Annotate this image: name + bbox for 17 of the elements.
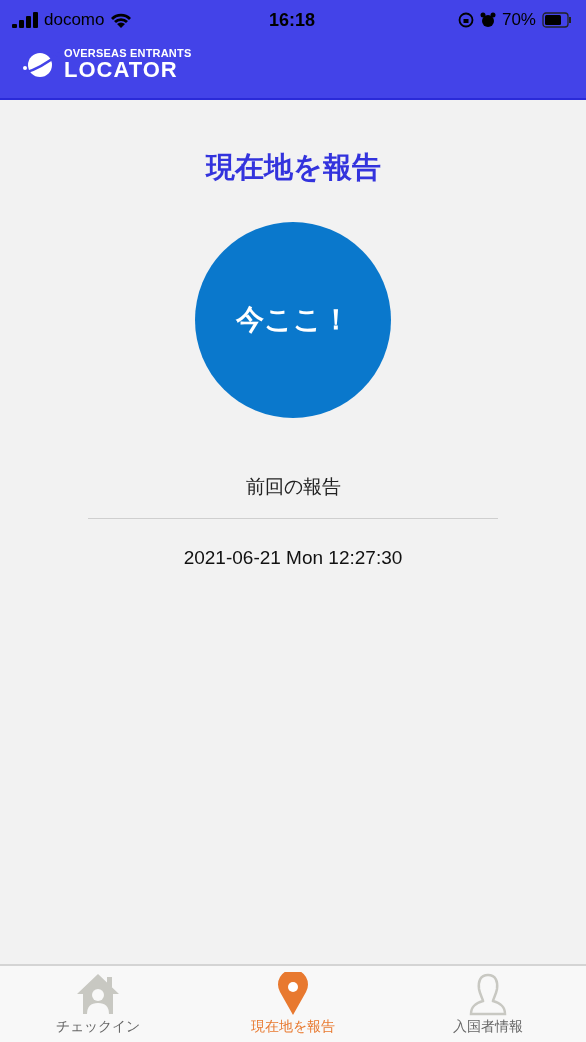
logo-subtitle: OVERSEAS ENTRANTS [64,48,192,59]
map-pin-icon [277,972,309,1016]
last-report-label: 前回の報告 [245,474,341,499]
tab-bar-item[interactable]: 入国者情報 [390,966,586,1042]
report-location-button[interactable]: 今ここ！ [195,222,391,418]
last-report-time: 2021-06-21 Mon 12:27:30 [183,547,403,569]
battery-icon [542,12,572,28]
wifi-icon [110,12,133,28]
logo-title: LOCATOR [64,59,179,81]
battery-percent: 70% [501,10,536,30]
page-title: 現在地を報告 [205,149,381,186]
clock-time: 16:18 [268,9,315,31]
tab-bar-item[interactable]: チェックイン [0,966,196,1042]
carrier-name: docomo [44,10,105,30]
signal-icon [12,12,38,28]
rotation-lock-icon [457,12,474,28]
person-icon [468,972,509,1016]
